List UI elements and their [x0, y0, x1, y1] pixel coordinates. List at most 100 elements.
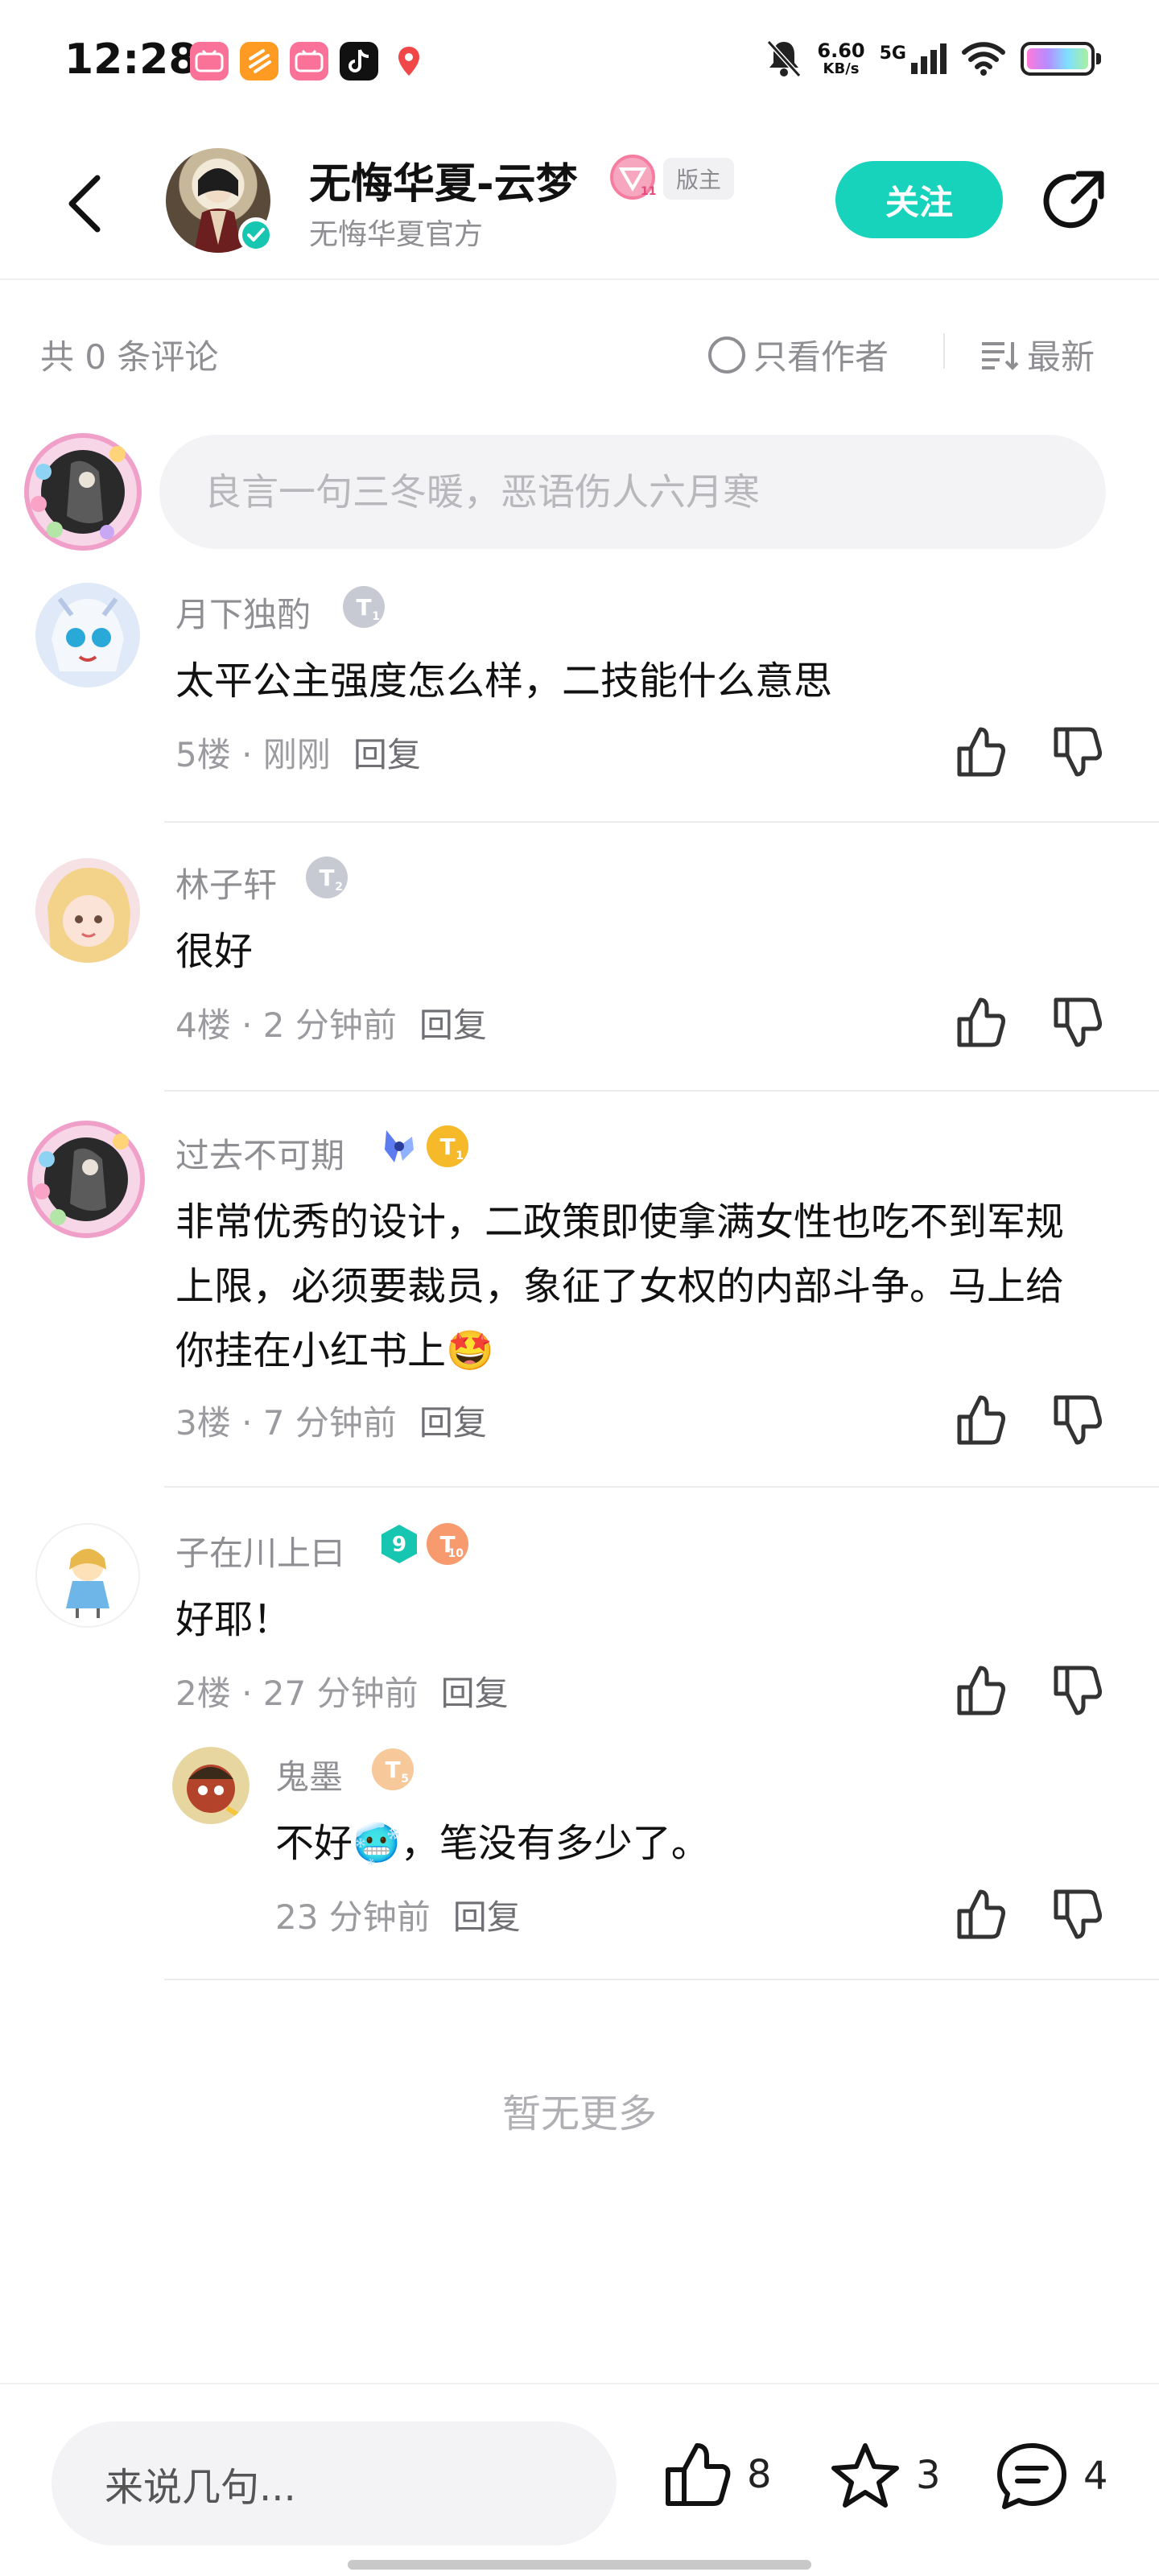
reply-button[interactable]: 回复 — [353, 735, 421, 774]
thumbs-down-icon — [1054, 997, 1102, 1047]
map-pin-icon — [390, 42, 428, 80]
comment-username[interactable]: 过去不可期 — [175, 1129, 344, 1178]
back-button[interactable] — [56, 167, 113, 240]
reply-time: 23 分钟前 — [275, 1897, 431, 1937]
bottom-comment-input[interactable]: 来说几句... — [52, 2421, 617, 2545]
user-level-icon: T 10 — [427, 1523, 468, 1565]
thumbs-up-icon — [957, 1666, 1005, 1715]
comment-floor: 5楼 — [175, 735, 231, 774]
home-indicator[interactable] — [348, 2560, 811, 2570]
like-button[interactable] — [953, 1887, 1008, 1942]
comment-username[interactable]: 子在川上曰 — [175, 1526, 344, 1575]
reply-button[interactable]: 回复 — [441, 1674, 509, 1713]
battery-icon — [1021, 42, 1101, 76]
user-avatar[interactable] — [35, 583, 140, 687]
like-post-button[interactable]: 8 — [662, 2441, 772, 2508]
comments-button[interactable]: 4 — [995, 2441, 1108, 2512]
mute-bell-icon — [767, 39, 802, 78]
like-button[interactable] — [953, 724, 1008, 779]
dislike-button[interactable] — [1050, 1663, 1104, 1718]
reply-username[interactable]: 鬼墨 — [275, 1750, 343, 1799]
bilibili-icon-2 — [290, 42, 328, 80]
net-speed: 6.60 KB/s — [817, 39, 865, 77]
author-level-icon: 11 — [608, 153, 657, 201]
bottom-action-bar: 来说几句... 8 3 4 — [0, 2383, 1159, 2576]
status-time: 12:28 — [64, 35, 198, 84]
comment-text: 非常优秀的设计，二政策即使拿满女性也吃不到军规上限，必须要裁员，象征了女权的内部… — [175, 1199, 1065, 1373]
user-level-icon: T5 — [372, 1748, 414, 1790]
comment-time: 7 分钟前 — [262, 1403, 397, 1443]
comment-floor: 2楼 — [175, 1674, 231, 1713]
share-button[interactable] — [1038, 166, 1109, 237]
comments-header: 共 0 条评论 只看作者 最新 — [0, 316, 1159, 383]
status-app-icons — [190, 42, 428, 80]
reply-meta: 23 分钟前 回复 — [275, 1890, 521, 1939]
dislike-button[interactable] — [1050, 995, 1104, 1050]
user-avatar[interactable] — [35, 1523, 140, 1628]
status-bar: 12:28 6.60 KB/s 5G — [0, 0, 1159, 129]
rank-badge-icon: 9 — [378, 1523, 420, 1565]
thumbs-up-icon — [957, 727, 1005, 777]
my-avatar[interactable] — [23, 431, 143, 552]
like-button[interactable] — [953, 1663, 1008, 1718]
medal-icon — [378, 1125, 420, 1167]
sort-button[interactable]: 最新 — [980, 330, 1095, 379]
reply-text: 不好🥶，笔没有多少了。 — [275, 1821, 710, 1866]
reply-button[interactable]: 回复 — [453, 1897, 521, 1937]
svg-text:9: 9 — [392, 1533, 406, 1557]
svg-text:11: 11 — [641, 185, 656, 198]
like-count: 8 — [747, 2452, 772, 2497]
comment-meta: 2楼 · 27 分钟前 回复 — [175, 1674, 509, 1713]
dislike-button[interactable] — [1050, 1393, 1104, 1447]
user-level-icon: T1 — [427, 1125, 468, 1167]
comment-username[interactable]: 林子轩 — [175, 858, 277, 907]
divider — [164, 1486, 1159, 1488]
thumbs-down-icon — [1054, 1889, 1102, 1939]
like-button[interactable] — [953, 1393, 1008, 1447]
post-header: 无悔华夏-云梦 11 版主 无悔华夏官方 关注 — [0, 137, 1159, 280]
verified-icon — [238, 217, 274, 253]
user-avatar[interactable] — [26, 1119, 146, 1240]
comment-input[interactable] — [159, 435, 1106, 549]
comment-item: 林子轩 T2 很好 4楼 · 2 分钟前 回复 — [0, 845, 1159, 1092]
reply-button[interactable]: 回复 — [419, 1005, 487, 1045]
share-icon — [1043, 171, 1104, 229]
user-avatar[interactable] — [35, 858, 140, 963]
thumbs-up-icon — [666, 2443, 731, 2506]
comment-time: 刚刚 — [262, 735, 331, 774]
divider — [164, 1090, 1159, 1092]
favorite-count: 3 — [916, 2453, 941, 2498]
thumbs-down-icon — [1054, 1666, 1102, 1715]
thumbs-up-icon — [957, 997, 1005, 1047]
user-level-icon: T2 — [306, 857, 348, 898]
author-name[interactable]: 无悔华夏-云梦 — [309, 150, 578, 210]
tiktok-icon — [340, 42, 378, 80]
radio-icon — [708, 336, 745, 374]
comment-time: 27 分钟前 — [262, 1674, 419, 1713]
user-avatar[interactable] — [172, 1747, 250, 1824]
comment-item: 月下独酌 T1 太平公主强度怎么样，二技能什么意思 5楼 · 刚刚 回复 — [0, 575, 1159, 823]
favorite-button[interactable]: 3 — [829, 2441, 941, 2510]
only-author-toggle[interactable]: 只看作者 — [708, 330, 889, 379]
thumbs-up-icon — [957, 1889, 1005, 1939]
author-avatar[interactable] — [166, 148, 274, 253]
comment-meta: 3楼 · 7 分钟前 回复 — [175, 1403, 487, 1443]
comment-item: 过去不可期 T1 非常优秀的设计，二政策即使拿满女性也吃不到军规上限，必须要裁员… — [0, 1116, 1159, 1488]
like-button[interactable] — [953, 995, 1008, 1050]
reply-button[interactable]: 回复 — [419, 1403, 487, 1443]
comment-username[interactable]: 月下独酌 — [175, 588, 311, 637]
comment-meta: 4楼 · 2 分钟前 回复 — [175, 1005, 487, 1045]
comment-composer — [0, 431, 1159, 552]
dislike-button[interactable] — [1050, 1887, 1104, 1942]
comment-floor: 3楼 — [175, 1403, 231, 1443]
thumbs-down-icon — [1054, 727, 1102, 777]
dislike-button[interactable] — [1050, 724, 1104, 779]
star-icon — [831, 2443, 899, 2508]
comment-bubble-icon — [997, 2443, 1066, 2509]
divider — [943, 333, 945, 369]
status-indicators: 6.60 KB/s 5G — [765, 39, 1101, 79]
chevron-left-icon — [68, 175, 101, 233]
comment-time: 2 分钟前 — [262, 1005, 397, 1045]
comment-text: 太平公主强度怎么样，二技能什么意思 — [175, 658, 833, 704]
follow-button[interactable]: 关注 — [835, 161, 1003, 238]
